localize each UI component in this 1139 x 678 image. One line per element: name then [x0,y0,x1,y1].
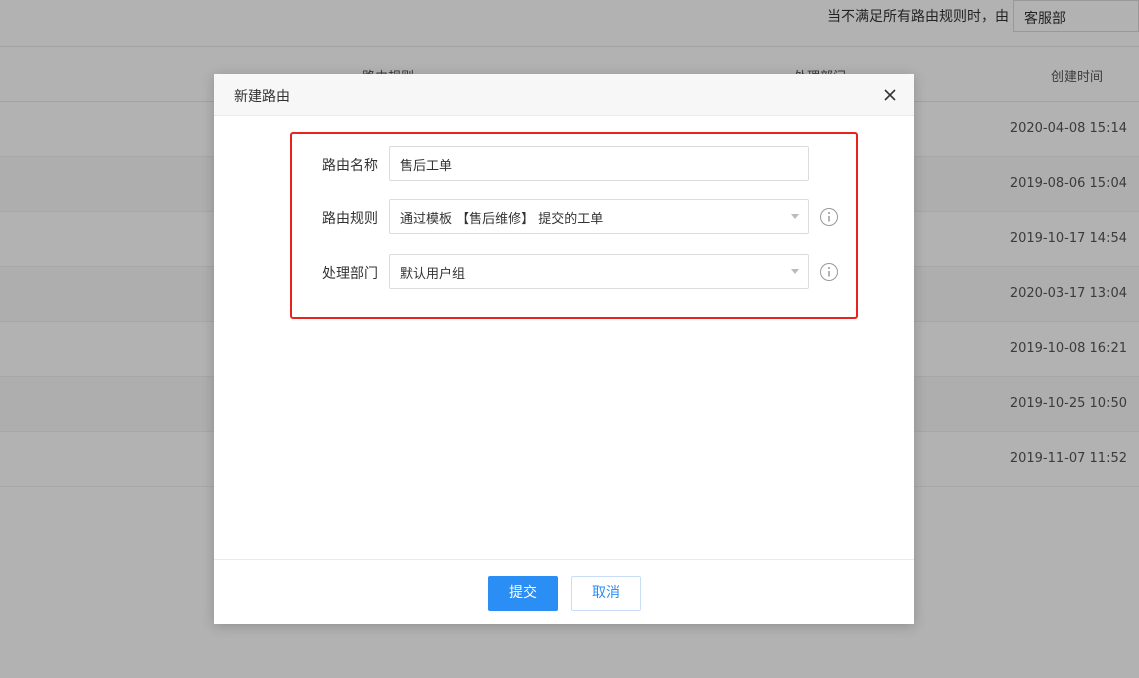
route-rule-value: 通过模板 【售后维修】 提交的工单 [400,212,604,227]
info-icon[interactable] [819,207,839,227]
department-row: 处理部门 默认用户组 [314,254,844,290]
route-name-row: 路由名称 售后工单 [314,146,844,182]
department-value: 默认用户组 [400,267,466,282]
route-name-label: 路由名称 [322,158,378,174]
submit-button[interactable]: 提交 [488,576,558,611]
route-rule-select[interactable]: 通过模板 【售后维修】 提交的工单 [389,199,809,234]
info-icon[interactable] [819,262,839,282]
dialog-header: 新建路由 [214,74,914,116]
chevron-down-icon [791,269,799,274]
dialog-footer: 提交 取消 [214,559,914,624]
dialog-title: 新建路由 [234,89,290,105]
cancel-button[interactable]: 取消 [571,576,641,611]
department-select[interactable]: 默认用户组 [389,254,809,289]
department-label: 处理部门 [322,266,378,282]
new-route-dialog: 新建路由 路由名称 售后工单 路由规则 通过模板 【售后维修】 提交的工单 处理… [214,74,914,624]
route-name-input[interactable]: 售后工单 [389,146,809,181]
route-rule-label: 路由规则 [322,211,378,227]
route-rule-row: 路由规则 通过模板 【售后维修】 提交的工单 [314,199,844,235]
chevron-down-icon [791,214,799,219]
close-button[interactable] [880,85,900,105]
close-icon [884,89,896,101]
